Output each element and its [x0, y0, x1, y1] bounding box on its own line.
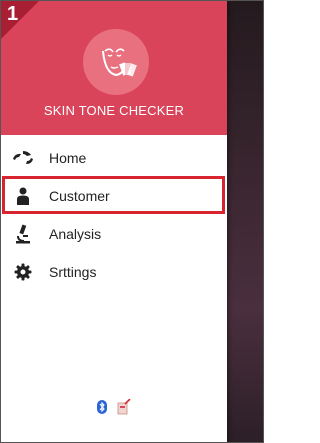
drawer-menu: Home Customer Analysis Srttings — [1, 139, 227, 291]
microscope-icon — [12, 223, 34, 245]
device-icon[interactable] — [117, 398, 131, 420]
menu-label: Analysis — [49, 226, 102, 242]
face-swatch-icon — [102, 48, 137, 77]
drawer-footer — [97, 398, 131, 420]
step-number: 1 — [7, 3, 19, 25]
menu-item-analysis[interactable]: Analysis — [1, 215, 227, 253]
menu-item-settings[interactable]: Srttings — [1, 253, 227, 291]
bluetooth-icon[interactable] — [97, 400, 107, 419]
menu-item-home[interactable]: Home — [1, 139, 227, 177]
app-frame: 1 SKIN TONE CHECKER Home Customer Analys… — [0, 0, 264, 443]
drawer-header: 1 SKIN TONE CHECKER — [1, 1, 227, 135]
app-title: SKIN TONE CHECKER — [43, 103, 185, 118]
navigation-drawer: 1 SKIN TONE CHECKER Home Customer Analys… — [1, 1, 227, 442]
menu-label: Srttings — [49, 264, 97, 280]
menu-label: Home — [49, 150, 87, 166]
gear-icon — [12, 261, 34, 283]
background-overlay[interactable] — [225, 1, 263, 442]
app-logo — [83, 29, 149, 95]
customer-highlight-box — [2, 176, 225, 214]
home-icon — [12, 147, 34, 169]
